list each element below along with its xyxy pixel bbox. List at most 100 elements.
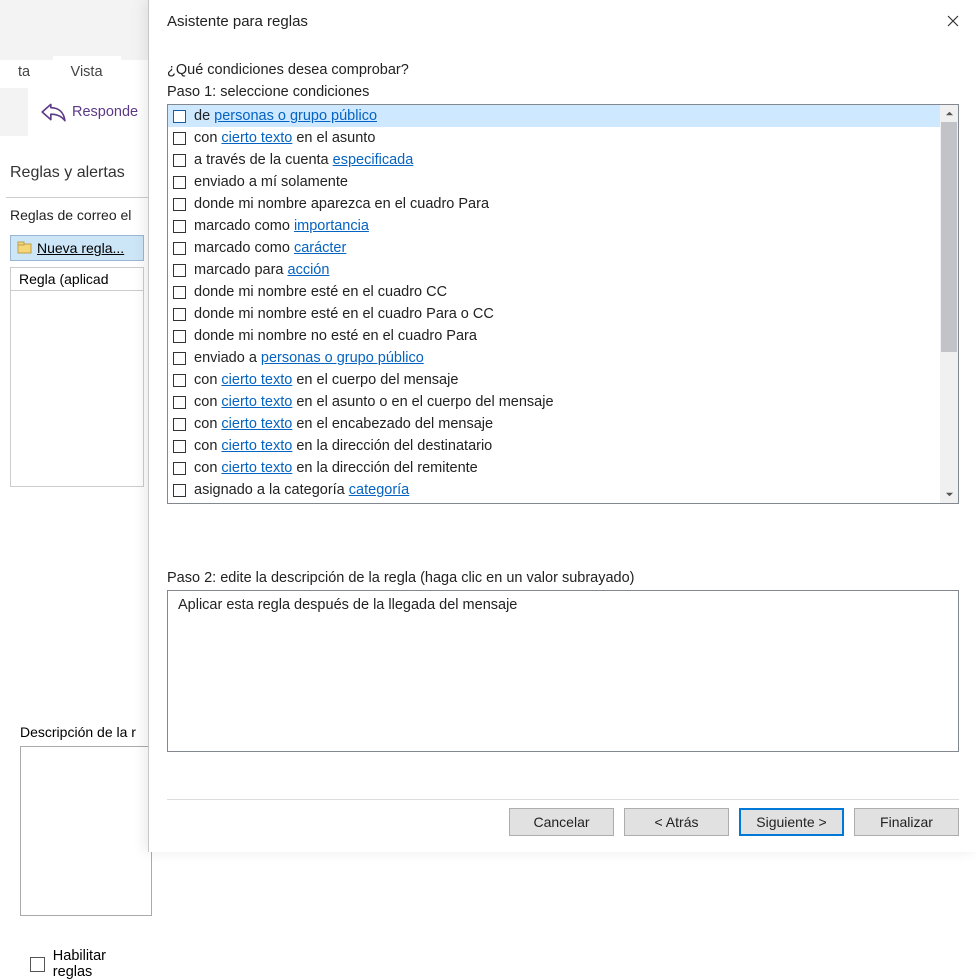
condition-row[interactable]: con cierto texto en el asunto o en el cu…: [168, 391, 940, 413]
tab-partial[interactable]: ta: [0, 56, 48, 88]
condition-checkbox[interactable]: [173, 242, 186, 255]
condition-checkbox[interactable]: [173, 440, 186, 453]
condition-row[interactable]: con cierto texto en el cuerpo del mensaj…: [168, 369, 940, 391]
scroll-thumb[interactable]: [941, 122, 957, 352]
scroll-down-button[interactable]: [940, 486, 958, 503]
titlebar: Asistente para reglas: [149, 0, 977, 42]
condition-row[interactable]: de personas o grupo público: [168, 105, 940, 127]
condition-row[interactable]: donde mi nombre esté en el cuadro Para o…: [168, 303, 940, 325]
condition-row[interactable]: con cierto texto en la dirección del des…: [168, 435, 940, 457]
condition-checkbox[interactable]: [173, 154, 186, 167]
condition-checkbox[interactable]: [173, 176, 186, 189]
condition-row[interactable]: donde mi nombre esté en el cuadro CC: [168, 281, 940, 303]
rules-wizard-dialog: Asistente para reglas ¿Qué condiciones d…: [148, 0, 977, 852]
new-rule-button[interactable]: Nueva regla...: [10, 235, 144, 261]
close-icon: [947, 15, 959, 27]
condition-row[interactable]: con cierto texto en el encabezado del me…: [168, 413, 940, 435]
rules-tab-header[interactable]: Reglas de correo el: [6, 198, 148, 229]
condition-row[interactable]: enviado a mí solamente: [168, 171, 940, 193]
condition-checkbox[interactable]: [173, 286, 186, 299]
condition-checkbox[interactable]: [173, 374, 186, 387]
chevron-up-icon: [945, 109, 954, 118]
condition-label: donde mi nombre esté en el cuadro Para o…: [194, 306, 494, 322]
condition-label: donde mi nombre esté en el cuadro CC: [194, 284, 447, 300]
tab-vista[interactable]: Vista: [53, 56, 121, 88]
condition-label: con cierto texto en el asunto: [194, 130, 375, 146]
condition-link[interactable]: cierto texto: [221, 460, 292, 476]
back-button[interactable]: < Atrás: [624, 808, 729, 836]
enable-rules-label: Habilitar reglas: [53, 948, 148, 980]
condition-link[interactable]: cierto texto: [221, 130, 292, 146]
condition-row[interactable]: a través de la cuenta especificada: [168, 149, 940, 171]
enable-rules-checkbox[interactable]: Habilitar reglas: [30, 948, 148, 980]
condition-link[interactable]: personas o grupo público: [214, 108, 377, 124]
question-text: ¿Qué condiciones desea comprobar?: [167, 62, 959, 78]
condition-label: enviado a personas o grupo público: [194, 350, 424, 366]
condition-row[interactable]: marcado como carácter: [168, 237, 940, 259]
rule-description-text: Aplicar esta regla después de la llegada…: [178, 597, 517, 613]
description-label-bg: Descripción de la r: [20, 724, 136, 740]
condition-label: marcado para acción: [194, 262, 329, 278]
rules-alerts-title: Reglas y alertas: [10, 164, 125, 182]
condition-link[interactable]: importancia: [294, 218, 369, 234]
condition-label: a través de la cuenta especificada: [194, 152, 413, 168]
conditions-inner: de personas o grupo público con cierto te…: [168, 105, 940, 503]
rule-description-box[interactable]: Aplicar esta regla después de la llegada…: [167, 590, 959, 752]
rule-col-header[interactable]: Regla (aplicad: [11, 268, 143, 291]
step2-label: Paso 2: edite la descripción de la regla…: [167, 570, 959, 586]
condition-link[interactable]: cierto texto: [221, 372, 292, 388]
next-button[interactable]: Siguiente >: [739, 808, 844, 836]
condition-label: con cierto texto en el cuerpo del mensaj…: [194, 372, 458, 388]
condition-row[interactable]: marcado como importancia: [168, 215, 940, 237]
close-button[interactable]: [931, 4, 975, 38]
scrollbar[interactable]: [940, 105, 958, 503]
finish-button[interactable]: Finalizar: [854, 808, 959, 836]
dialog-content: ¿Qué condiciones desea comprobar? Paso 1…: [149, 42, 977, 752]
condition-link[interactable]: personas o grupo público: [261, 350, 424, 366]
condition-link[interactable]: cierto texto: [221, 438, 292, 454]
condition-checkbox[interactable]: [173, 198, 186, 211]
cancel-button[interactable]: Cancelar: [509, 808, 614, 836]
rule-list: Regla (aplicad: [10, 267, 144, 487]
reply-button-partial[interactable]: Responde: [40, 102, 138, 122]
condition-label: marcado como carácter: [194, 240, 346, 256]
condition-row[interactable]: enviado a personas o grupo público: [168, 347, 940, 369]
description-box-bg: [20, 746, 152, 916]
conditions-listbox[interactable]: de personas o grupo público con cierto te…: [167, 104, 959, 504]
scroll-track[interactable]: [940, 122, 958, 486]
condition-row[interactable]: asignado a la categoría categoría: [168, 479, 940, 501]
condition-checkbox[interactable]: [173, 132, 186, 145]
condition-row[interactable]: donde mi nombre no esté en el cuadro Par…: [168, 325, 940, 347]
condition-row[interactable]: con cierto texto en la dirección del rem…: [168, 457, 940, 479]
condition-link[interactable]: acción: [288, 262, 330, 278]
checkbox-icon: [30, 957, 45, 972]
condition-checkbox[interactable]: [173, 264, 186, 277]
reply-label: Responde: [72, 104, 138, 120]
chevron-down-icon: [945, 490, 954, 499]
condition-link[interactable]: cierto texto: [221, 394, 292, 410]
condition-link[interactable]: cierto texto: [221, 416, 292, 432]
condition-checkbox[interactable]: [173, 308, 186, 321]
condition-checkbox[interactable]: [173, 220, 186, 233]
condition-checkbox[interactable]: [173, 418, 186, 431]
rules-panel: Reglas de correo el Nueva regla... Regla…: [6, 197, 148, 837]
scroll-up-button[interactable]: [940, 105, 958, 122]
condition-link[interactable]: carácter: [294, 240, 346, 256]
condition-checkbox[interactable]: [173, 396, 186, 409]
condition-label: con cierto texto en la dirección del des…: [194, 438, 492, 454]
condition-link[interactable]: categoría: [349, 482, 409, 498]
condition-label: de personas o grupo público: [194, 108, 377, 124]
condition-checkbox[interactable]: [173, 352, 186, 365]
condition-checkbox[interactable]: [173, 462, 186, 475]
condition-row[interactable]: con cierto texto en el asunto: [168, 127, 940, 149]
condition-row[interactable]: donde mi nombre aparezca en el cuadro Pa…: [168, 193, 940, 215]
condition-row[interactable]: marcado para acción: [168, 259, 940, 281]
condition-label: con cierto texto en el asunto o en el cu…: [194, 394, 554, 410]
condition-checkbox[interactable]: [173, 330, 186, 343]
condition-checkbox[interactable]: [173, 484, 186, 497]
condition-link[interactable]: especificada: [333, 152, 414, 168]
condition-label: enviado a mí solamente: [194, 174, 348, 190]
dialog-title: Asistente para reglas: [167, 13, 308, 30]
step1-label: Paso 1: seleccione condiciones: [167, 84, 959, 100]
condition-checkbox[interactable]: [173, 110, 186, 123]
